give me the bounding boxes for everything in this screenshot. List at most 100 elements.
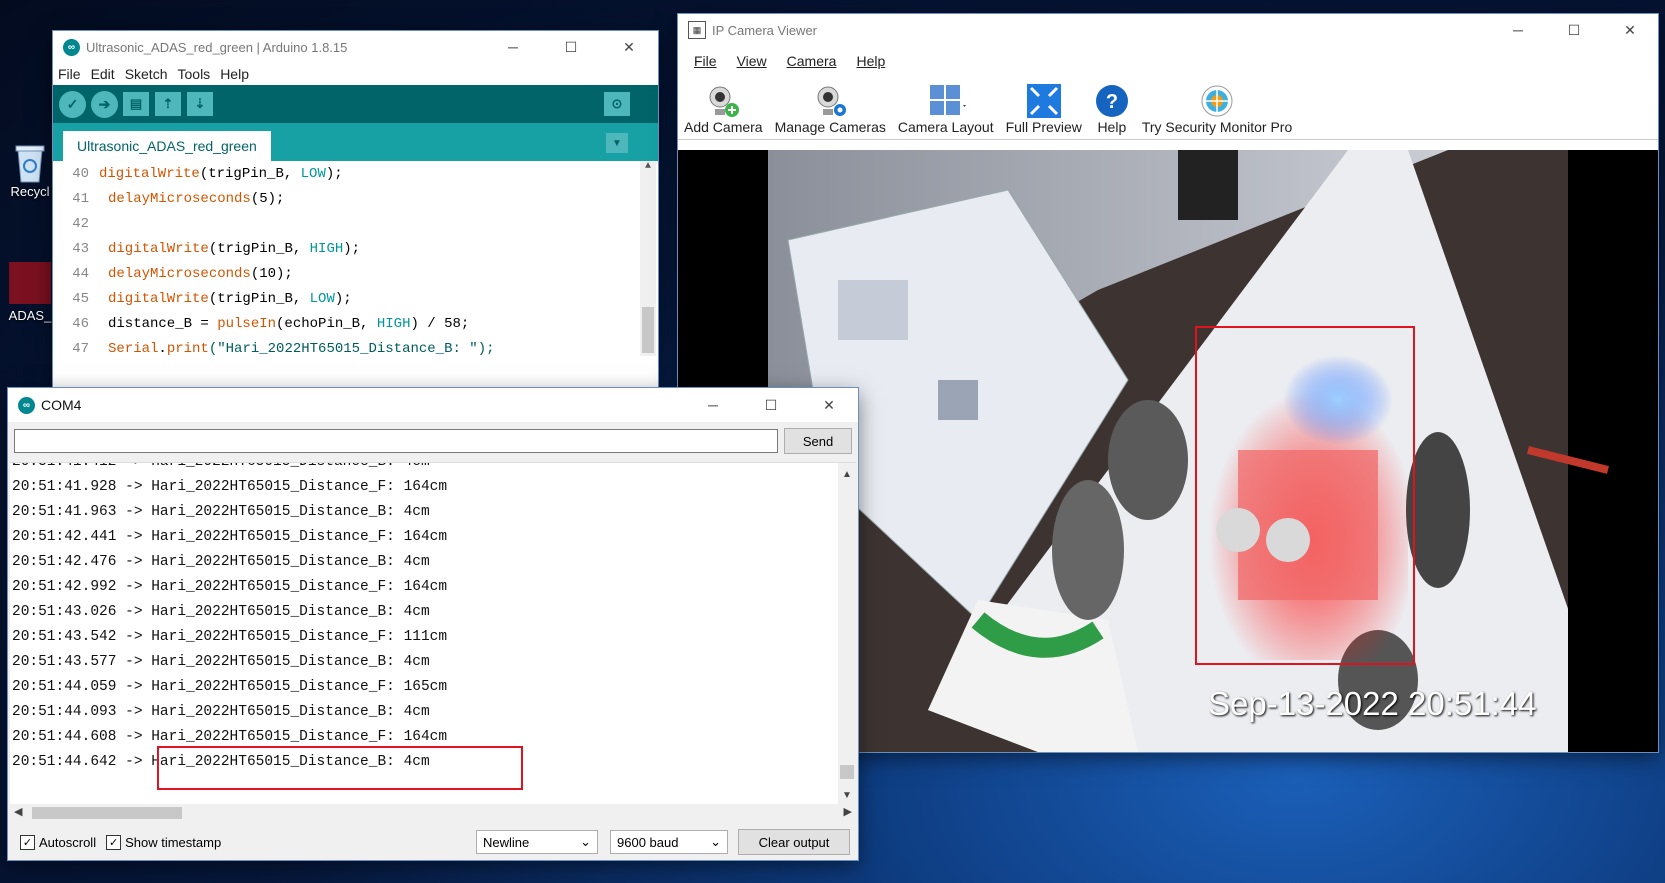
- code-text: distance_B = pulseIn(echoPin_B, HIGH) / …: [99, 316, 469, 332]
- security-monitor-icon: [1201, 85, 1233, 117]
- code-token: .: [158, 340, 167, 357]
- menu-view[interactable]: View: [727, 53, 777, 69]
- code-text: Serial.print("Hari_2022HT65015_Distance_…: [99, 341, 495, 357]
- minimize-button[interactable]: ─: [484, 31, 542, 63]
- menu-help[interactable]: Help: [846, 53, 895, 69]
- timestamp-checkbox[interactable]: ✓: [106, 834, 122, 850]
- code-token: LOW: [309, 290, 335, 307]
- line-ending-select[interactable]: Newline ⌄: [476, 830, 598, 854]
- open-sketch-icon[interactable]: ⇡: [155, 92, 181, 116]
- line-number: 46: [72, 315, 89, 332]
- arduino-toolbar: ✓ ➔ ▤ ⇡ ⇣ ⊙: [53, 85, 658, 123]
- verify-icon[interactable]: ✓: [59, 90, 86, 118]
- code-token: (trigPin_B,: [208, 240, 310, 257]
- menu-help[interactable]: Help: [215, 66, 254, 82]
- serial-line: 20:51:41.412 -> Hari_2022HT65015_Distanc…: [12, 462, 430, 470]
- menu-file[interactable]: File: [690, 53, 727, 69]
- minimize-button[interactable]: ─: [684, 389, 742, 421]
- save-sketch-icon[interactable]: ⇣: [187, 92, 213, 116]
- desktop-icon-label: ADAS_: [8, 308, 52, 323]
- upload-icon[interactable]: ➔: [91, 90, 118, 118]
- scroll-down-icon[interactable]: ▼: [838, 790, 856, 801]
- code-token: distance_B =: [108, 315, 218, 332]
- code-token: );: [343, 240, 361, 257]
- code-line: 40 digitalWrite(trigPin_B, LOW);: [53, 161, 658, 186]
- editor-scrollbar[interactable]: ▲: [640, 161, 656, 356]
- serial-line: 20:51:41.928 -> Hari_2022HT65015_Distanc…: [12, 479, 448, 495]
- code-line: 46 distance_B = pulseIn(echoPin_B, HIGH) …: [53, 311, 658, 336]
- manage-cameras-button[interactable]: Manage Cameras: [769, 77, 892, 135]
- maximize-button[interactable]: ☐: [1546, 14, 1602, 46]
- code-token: (5);: [250, 190, 285, 207]
- code-text: digitalWrite(trigPin_B, LOW);: [99, 166, 343, 182]
- code-token: );: [334, 290, 352, 307]
- scrollbar-thumb[interactable]: [642, 307, 654, 353]
- close-button[interactable]: ✕: [600, 31, 658, 63]
- code-token: );: [325, 165, 343, 182]
- maximize-button[interactable]: ☐: [542, 31, 600, 63]
- serial-line: 20:51:43.026 -> Hari_2022HT65015_Distanc…: [12, 604, 430, 620]
- tool-label: Manage Cameras: [774, 119, 886, 135]
- serial-vscrollbar[interactable]: ▲ ▼: [838, 463, 856, 805]
- send-button[interactable]: Send: [784, 428, 852, 454]
- serial-line: 20:51:42.992 -> Hari_2022HT65015_Distanc…: [12, 579, 448, 595]
- menu-sketch[interactable]: Sketch: [120, 66, 173, 82]
- sketch-tab[interactable]: Ultrasonic_ADAS_red_green: [63, 131, 271, 161]
- baud-select[interactable]: 9600 baud ⌄: [610, 830, 728, 854]
- send-row: Send: [8, 422, 858, 456]
- hscrollbar-thumb[interactable]: [32, 807, 182, 819]
- scroll-right-icon[interactable]: ▶: [844, 805, 852, 818]
- code-token: (echoPin_B,: [276, 315, 377, 332]
- menu-tools[interactable]: Tools: [173, 66, 216, 82]
- code-token: HIGH: [376, 315, 411, 332]
- menu-file[interactable]: File: [53, 66, 86, 82]
- close-button[interactable]: ✕: [800, 389, 858, 421]
- serial-output-lines: 20:51:41.412 -> Hari_2022HT65015_Distanc…: [10, 462, 448, 775]
- timestamp-label: Show timestamp: [125, 834, 222, 850]
- minimize-button[interactable]: ─: [1490, 14, 1546, 46]
- close-button[interactable]: ✕: [1602, 14, 1658, 46]
- tool-label: Add Camera: [684, 119, 763, 135]
- security-monitor-button[interactable]: Try Security Monitor Pro: [1136, 77, 1298, 135]
- maximize-button[interactable]: ☐: [742, 389, 800, 421]
- code-line: 43 digitalWrite(trigPin_B, HIGH);: [53, 236, 658, 261]
- scroll-up-icon[interactable]: ▲: [838, 469, 856, 480]
- clear-output-button[interactable]: Clear output: [738, 829, 850, 855]
- camera-layout-icon: [929, 85, 966, 115]
- serial-monitor-icon[interactable]: ⊙: [604, 92, 630, 116]
- scroll-up-icon[interactable]: ▲: [640, 161, 656, 172]
- add-camera-button[interactable]: Add Camera: [678, 77, 769, 135]
- code-token: print: [166, 340, 209, 357]
- menu-camera[interactable]: Camera: [777, 53, 847, 69]
- serial-line: 20:51:44.059 -> Hari_2022HT65015_Distanc…: [12, 679, 448, 695]
- tab-menu-icon[interactable]: ▼: [606, 133, 628, 153]
- arduino-menubar: File Edit Sketch Tools Help: [53, 63, 658, 85]
- serial-hscrollbar[interactable]: ◀ ▶: [10, 804, 856, 822]
- line-number: 42: [72, 215, 89, 232]
- desktop-icon-adas[interactable]: ADAS_: [0, 262, 60, 323]
- serial-line: 20:51:44.093 -> Hari_2022HT65015_Distanc…: [12, 704, 430, 720]
- manage-cameras-icon: [817, 86, 847, 116]
- menu-edit[interactable]: Edit: [86, 66, 120, 82]
- scroll-left-icon[interactable]: ◀: [14, 805, 22, 818]
- scrollbar-thumb[interactable]: [840, 765, 854, 779]
- ipcam-menubar: File View Camera Help: [678, 46, 1658, 76]
- desktop-icon-recycle-bin[interactable]: Recycl: [0, 140, 60, 199]
- full-preview-button[interactable]: Full Preview: [1000, 77, 1088, 135]
- code-token: ("Hari_2022HT65015_Distance_B: ");: [208, 340, 495, 357]
- serial-output[interactable]: 20:51:41.412 -> Hari_2022HT65015_Distanc…: [10, 462, 856, 805]
- serial-titlebar: ∞ COM4 ─ ☐ ✕: [8, 388, 858, 422]
- arduino-tabbar: Ultrasonic_ADAS_red_green ▼: [53, 123, 658, 161]
- ipcam-titlebar: ▦ IP Camera Viewer ─ ☐ ✕: [678, 14, 1658, 46]
- help-button[interactable]: ? Help: [1088, 77, 1136, 135]
- camera-layout-button[interactable]: Camera Layout: [892, 77, 1000, 135]
- code-editor[interactable]: ▲ 40 digitalWrite(trigPin_B, LOW); 41 delay…: [53, 161, 658, 361]
- code-token: (10);: [250, 265, 293, 282]
- autoscroll-label: Autoscroll: [39, 834, 97, 850]
- autoscroll-checkbox[interactable]: ✓: [20, 834, 35, 850]
- desktop-icon-label: Recycl: [10, 184, 50, 199]
- serial-highlight-box: [157, 746, 523, 790]
- new-sketch-icon[interactable]: ▤: [123, 92, 149, 116]
- serial-input[interactable]: [14, 429, 778, 453]
- chevron-down-icon: ⌄: [580, 834, 591, 849]
